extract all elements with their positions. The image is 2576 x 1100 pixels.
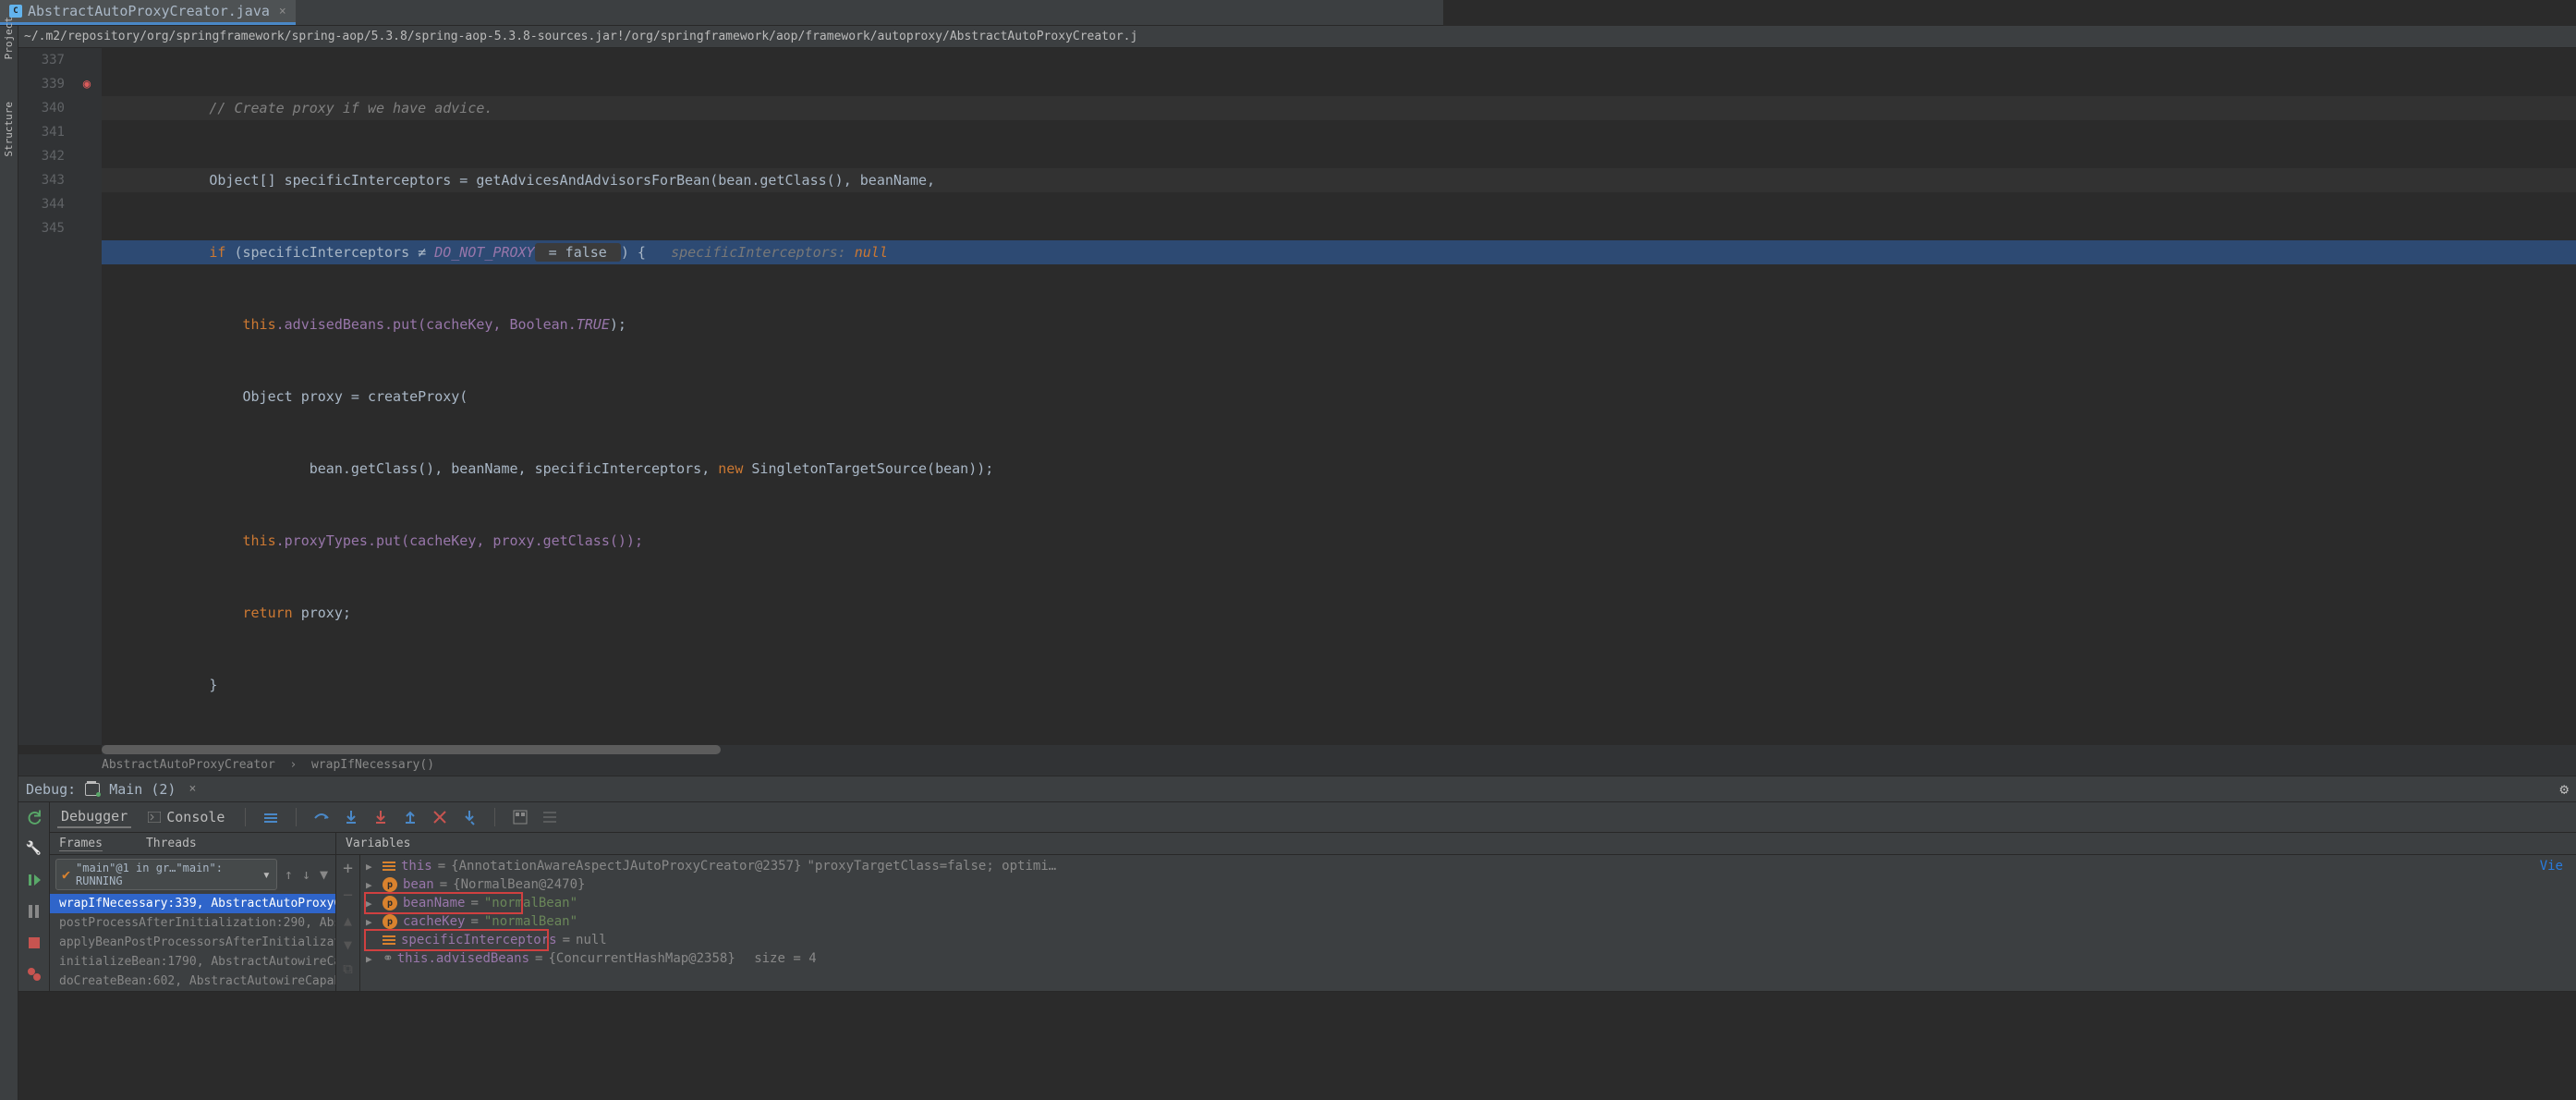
debug-run-controls (18, 802, 50, 991)
horizontal-scrollbar[interactable] (102, 745, 2576, 754)
expand-icon[interactable]: ▶ (366, 879, 377, 891)
frames-pane: ✔ "main"@1 in gr…"main": RUNNING ▾ ↑ ↓ ▼… (50, 855, 336, 991)
frame-item[interactable]: initializeBean:1790, AbstractAutowireCap… (50, 952, 335, 972)
tool-window-strip: Project Structure (0, 26, 18, 1100)
variable-row[interactable]: ▶ this = {AnnotationAwareAspectJAutoProx… (360, 857, 2576, 875)
variable-row[interactable]: ▶ specificInterceptors = null (360, 931, 2576, 949)
expand-icon[interactable]: ▶ (366, 898, 377, 910)
frame-item[interactable]: doCreateBean:602, AbstractAutowireCapabl… (50, 972, 335, 991)
modify-run-config-button[interactable] (23, 837, 45, 860)
step-out-icon[interactable] (402, 809, 419, 825)
move-down-button[interactable]: ▼ (344, 936, 352, 953)
view-link[interactable]: Vie (2540, 859, 2570, 874)
variable-row[interactable]: ▶ p cacheKey = "normalBean" (360, 912, 2576, 931)
line-number-gutter: 337 339 340 341 342 343 344 345 (18, 48, 72, 745)
file-tab-label: AbstractAutoProxyCreator.java (28, 3, 270, 19)
prev-frame-button[interactable]: ↑ (283, 866, 295, 883)
file-path-bar: ~/.m2/repository/org/springframework/spr… (18, 26, 2576, 48)
filter-frames-button[interactable]: ▼ (318, 866, 330, 883)
frames-list: wrapIfNecessary:339, AbstractAutoProxyCr… (50, 894, 335, 991)
close-icon[interactable]: × (279, 5, 286, 18)
threads-header[interactable]: Threads (146, 837, 197, 850)
frame-item[interactable]: wrapIfNecessary:339, AbstractAutoProxyCr… (50, 894, 335, 913)
run-to-cursor-icon[interactable] (461, 809, 478, 825)
structure-tool-tab[interactable]: Structure (1, 94, 17, 165)
tab-debugger[interactable]: Debugger (57, 806, 131, 828)
debug-toolbar: Debugger Console Fr (18, 802, 2576, 992)
breadcrumb[interactable]: AbstractAutoProxyCreator › wrapIfNecessa… (18, 754, 2576, 776)
step-into-icon[interactable] (343, 809, 359, 825)
object-icon (383, 862, 395, 871)
debug-header: Debug: Main (2) × ⚙ (18, 776, 2576, 802)
expand-icon[interactable]: ▶ (366, 861, 377, 873)
remove-watch-button[interactable]: − (343, 886, 353, 905)
console-icon (148, 812, 161, 823)
resume-button[interactable] (23, 869, 45, 891)
chevron-down-icon: ▾ (262, 866, 271, 883)
object-icon (383, 935, 395, 945)
move-up-button[interactable]: ▲ (344, 912, 352, 929)
variables-pane: + − ▲ ▼ ⧉ ▶ this = {AnnotationAwareAspec… (336, 855, 2576, 991)
step-over-icon[interactable] (313, 809, 330, 825)
main-area: ~/.m2/repository/org/springframework/spr… (18, 26, 2576, 992)
rerun-button[interactable] (23, 806, 45, 828)
tab-console[interactable]: Console (144, 807, 228, 827)
debug-tabs: Debugger Console (50, 802, 2576, 833)
expand-icon[interactable]: ▶ (366, 916, 377, 928)
run-config-icon (85, 783, 100, 796)
variables-header: Variables (336, 833, 419, 854)
drop-frame-icon[interactable] (431, 809, 448, 825)
gutter-icons: ◉ (72, 48, 102, 745)
breakpoint-icon[interactable]: ◉ (72, 72, 102, 96)
variable-row[interactable]: ▶ ⚭ this.advisedBeans = {ConcurrentHashM… (360, 949, 2576, 968)
duplicate-watch-button[interactable]: ⧉ (343, 960, 353, 977)
show-execution-point-icon[interactable] (262, 809, 279, 825)
parameter-icon: p (383, 914, 397, 929)
tab-bar: C AbstractAutoProxyCreator.java × (0, 0, 1443, 26)
pause-button[interactable] (23, 900, 45, 923)
expand-icon[interactable]: ▶ (366, 953, 377, 965)
watch-icon: ⚭ (383, 951, 392, 966)
view-breakpoints-button[interactable] (23, 963, 45, 985)
gear-icon[interactable]: ⚙ (2559, 780, 2569, 798)
evaluate-expression-icon[interactable] (512, 809, 529, 825)
parameter-icon: p (383, 877, 397, 892)
variable-row[interactable]: ▶ p bean = {NormalBean@2470} (360, 875, 2576, 894)
code-area[interactable]: // Create proxy if we have advice. Objec… (102, 48, 2576, 745)
thread-selector[interactable]: ✔ "main"@1 in gr…"main": RUNNING ▾ (55, 859, 277, 890)
check-icon: ✔ (62, 866, 70, 883)
editor[interactable]: 337 339 340 341 342 343 344 345 ◉ // Cre… (18, 48, 2576, 745)
trace-current-stream-chain-icon[interactable] (541, 809, 558, 825)
variable-row[interactable]: ▶ p beanName = "normalBean" (360, 894, 2576, 912)
frames-header: Frames Threads (50, 833, 336, 854)
frame-item[interactable]: applyBeanPostProcessorsAfterInitializati… (50, 933, 335, 952)
variables-list: ▶ this = {AnnotationAwareAspectJAutoProx… (360, 855, 2576, 991)
stop-button[interactable] (23, 932, 45, 954)
next-frame-button[interactable]: ↓ (300, 866, 312, 883)
force-step-into-icon[interactable] (372, 809, 389, 825)
parameter-icon: p (383, 896, 397, 911)
frame-item[interactable]: postProcessAfterInitialization:290, Abst… (50, 913, 335, 933)
close-icon[interactable]: × (188, 782, 196, 796)
project-tool-tab[interactable]: Project (1, 9, 17, 67)
new-watch-button[interactable]: + (343, 859, 353, 878)
file-tab[interactable]: C AbstractAutoProxyCreator.java × (0, 0, 296, 25)
debug-config-name[interactable]: Main (2) (109, 781, 176, 798)
debug-label: Debug: (26, 781, 76, 798)
